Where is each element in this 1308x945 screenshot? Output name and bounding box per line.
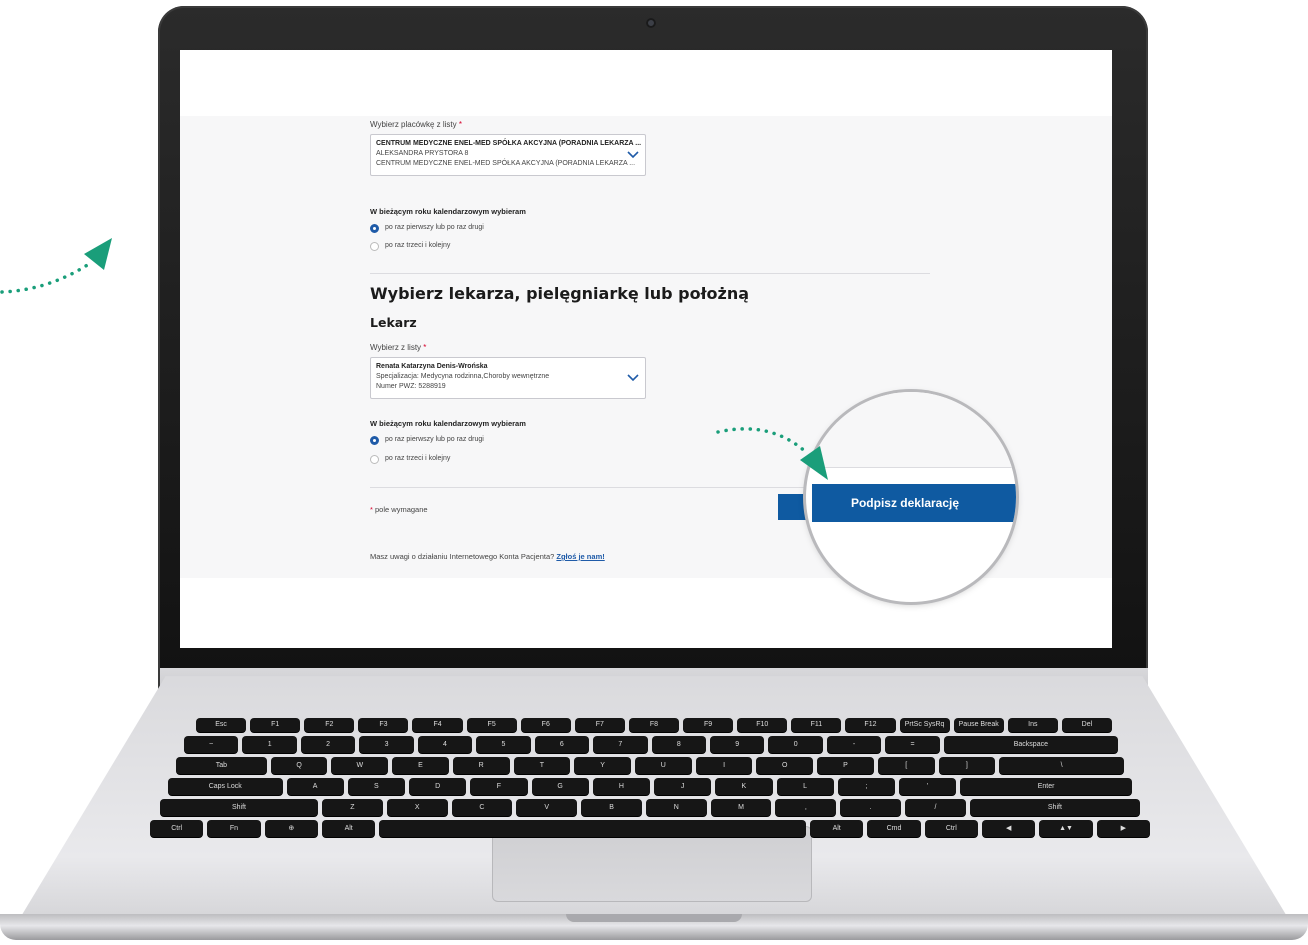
required-note-text: pole wymagane	[375, 505, 428, 514]
feedback-text: Masz uwagi o działaniu Internetowego Kon…	[370, 552, 555, 561]
screen-topbar	[180, 50, 1112, 116]
radio-group2-option1[interactable]	[370, 436, 379, 445]
doctor-select-line1: Renata Katarzyna Denis-Wrońska	[376, 363, 488, 370]
webcam-icon	[646, 18, 656, 28]
required-mark: *	[423, 343, 427, 352]
facility-label-text: Wybierz placówkę z listy	[370, 120, 457, 129]
radio-group1-option2-label: po raz trzeci i kolejny	[385, 242, 451, 249]
laptop-notch	[566, 914, 742, 922]
facility-select-line3: CENTRUM MEDYCZNE ENEL-MED SPÓŁKA AKCYJNA…	[376, 160, 636, 167]
facility-select[interactable]: CENTRUM MEDYCZNE ENEL-MED SPÓŁKA AKCYJNA…	[370, 134, 646, 176]
doctor-label: Wybierz z listy *	[370, 343, 426, 352]
required-mark: *	[458, 120, 462, 129]
choice-group-2-title: W bieżącym roku kalendarzowym wybieram	[370, 419, 526, 428]
facility-label: Wybierz placówkę z listy *	[370, 120, 462, 129]
dotted-arrow-left-icon	[0, 238, 112, 294]
radio-group2-option2-label: po raz trzeci i kolejny	[385, 455, 451, 462]
facility-select-line1: CENTRUM MEDYCZNE ENEL-MED SPÓŁKA AKCYJNA…	[376, 140, 642, 147]
section-title: Wybierz lekarza, pielęgniarkę lub położn…	[370, 284, 750, 303]
screen-bottom	[180, 578, 1112, 648]
feedback-line: Masz uwagi o działaniu Internetowego Kon…	[370, 552, 605, 561]
chevron-down-icon	[627, 374, 639, 382]
radio-group2-option2[interactable]	[370, 455, 379, 464]
feedback-link[interactable]: Zgłoś je nam!	[556, 552, 604, 561]
radio-group2-option1-label: po raz pierwszy lub po raz drugi	[385, 436, 484, 443]
section-divider	[370, 273, 930, 274]
facility-select-line2: ALEKSANDRA PRYSTORA 8	[376, 150, 469, 157]
radio-group1-option1-label: po raz pierwszy lub po raz drugi	[385, 224, 484, 231]
radio-group1-option2[interactable]	[370, 242, 379, 251]
radio-group1-option1[interactable]	[370, 224, 379, 233]
required-mark: *	[370, 505, 373, 514]
choice-group-1-title: W bieżącym roku kalendarzowym wybieram	[370, 207, 526, 216]
doctor-select[interactable]: Renata Katarzyna Denis-Wrońska Specjaliz…	[370, 357, 646, 399]
touchpad[interactable]	[492, 826, 812, 902]
doctor-select-line2: Specjalizacja: Medycyna rodzinna,Choroby…	[376, 373, 550, 380]
doctor-label-text: Wybierz z listy	[370, 343, 422, 352]
dotted-arrow-right-icon	[716, 427, 828, 480]
chevron-down-icon	[627, 151, 639, 159]
doctor-select-line3: Numer PWZ: 5288919	[376, 383, 446, 390]
subsection-title: Lekarz	[370, 315, 417, 330]
required-note: * pole wymagane	[370, 505, 428, 514]
sign-declaration-button-zoomed[interactable]: Podpisz deklarację	[812, 484, 1016, 522]
